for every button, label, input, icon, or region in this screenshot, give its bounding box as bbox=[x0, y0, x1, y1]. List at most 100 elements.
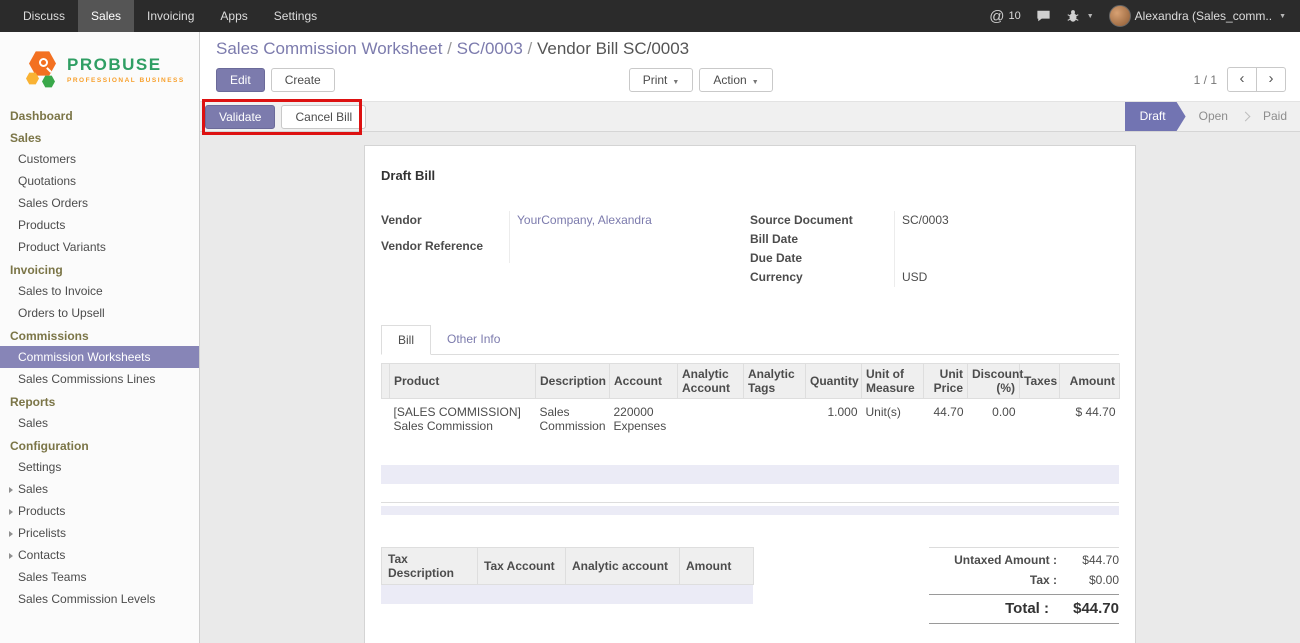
chat-icon bbox=[1036, 9, 1051, 23]
top-menu-settings[interactable]: Settings bbox=[261, 0, 330, 32]
sidebar-item-config-products[interactable]: Products bbox=[0, 500, 199, 522]
top-bar: Discuss Sales Invoicing Apps Settings @ … bbox=[0, 0, 1300, 32]
sidebar-section-reports: Reports bbox=[0, 390, 199, 412]
mention-count: 10 bbox=[1008, 10, 1020, 22]
sidebar-item-commission-worksheets[interactable]: Commission Worksheets bbox=[0, 346, 199, 368]
breadcrumb-sc0003-link[interactable]: SC/0003 bbox=[457, 39, 523, 58]
sidebar-item-quotations[interactable]: Quotations bbox=[0, 170, 199, 192]
top-menu: Discuss Sales Invoicing Apps Settings bbox=[0, 0, 330, 32]
breadcrumb-separator: / bbox=[528, 39, 537, 58]
tax-value: $0.00 bbox=[1057, 573, 1119, 587]
sidebar-item-reports-sales[interactable]: Sales bbox=[0, 412, 199, 434]
cell-account: 220000 Expenses bbox=[610, 399, 678, 440]
sidebar-item-orders-to-upsell[interactable]: Orders to Upsell bbox=[0, 302, 199, 324]
print-label: Print bbox=[643, 73, 668, 87]
create-button[interactable]: Create bbox=[271, 68, 335, 92]
top-menu-discuss[interactable]: Discuss bbox=[10, 0, 78, 32]
tab-bill[interactable]: Bill bbox=[381, 325, 431, 355]
sidebar-item-sales-orders[interactable]: Sales Orders bbox=[0, 192, 199, 214]
cell-uom: Unit(s) bbox=[862, 399, 924, 440]
top-menu-sales[interactable]: Sales bbox=[78, 0, 134, 32]
cell-product: [SALES COMMISSION] Sales Commission bbox=[390, 399, 536, 440]
logo-subtitle: PROFESSIONAL BUSINESS bbox=[67, 77, 185, 84]
sidebar-item-label: Sales bbox=[18, 482, 48, 496]
print-dropdown-button[interactable]: Print ▼ bbox=[629, 68, 694, 92]
pager-text: 1 / 1 bbox=[1194, 73, 1217, 87]
top-menu-apps[interactable]: Apps bbox=[207, 0, 260, 32]
sidebar-section-sales: Sales bbox=[0, 126, 199, 148]
vendor-value: YourCompany, Alexandra bbox=[509, 211, 750, 237]
sidebar-section-dashboard[interactable]: Dashboard bbox=[0, 104, 199, 126]
col-header-product: Product bbox=[390, 364, 536, 399]
sidebar-section-invoicing: Invoicing bbox=[0, 258, 199, 280]
edit-button[interactable]: Edit bbox=[216, 68, 265, 92]
logo-hexagons-icon bbox=[26, 48, 60, 90]
source-document-value: SC/0003 bbox=[894, 211, 1119, 230]
col-header-analytic-tags: Analytic Tags bbox=[744, 364, 806, 399]
tab-other-info[interactable]: Other Info bbox=[431, 325, 516, 354]
tax-label: Tax : bbox=[929, 573, 1057, 587]
top-bar-right: @ 10 ▼ Alexandra (Sales_comm.. ▼ bbox=[989, 0, 1300, 32]
sidebar-item-config-contacts[interactable]: Contacts bbox=[0, 544, 199, 566]
messages-button[interactable] bbox=[1036, 9, 1051, 23]
user-name: Alexandra (Sales_comm.. bbox=[1135, 9, 1272, 23]
pager-next-button[interactable]: › bbox=[1256, 67, 1286, 92]
chevron-down-icon: ▼ bbox=[672, 79, 679, 86]
notebook-tabs: Bill Other Info bbox=[381, 325, 1119, 355]
expand-arrow-icon bbox=[9, 509, 13, 515]
expand-arrow-icon bbox=[9, 531, 13, 537]
sidebar-item-sales-to-invoice[interactable]: Sales to Invoice bbox=[0, 280, 199, 302]
cancel-bill-button[interactable]: Cancel Bill bbox=[281, 105, 366, 129]
sidebar-item-config-settings[interactable]: Settings bbox=[0, 456, 199, 478]
bill-date-label: Bill Date bbox=[750, 230, 894, 249]
breadcrumb-worksheets-link[interactable]: Sales Commission Worksheet bbox=[216, 39, 442, 58]
sidebar-item-customers[interactable]: Customers bbox=[0, 148, 199, 170]
logo-title: PROBUSE bbox=[67, 55, 185, 75]
tax-col-header-analytic-account: Analytic account bbox=[566, 548, 680, 585]
sidebar-item-sales-teams[interactable]: Sales Teams bbox=[0, 566, 199, 588]
col-header-handle bbox=[382, 364, 390, 399]
mention-icon: @ bbox=[989, 8, 1004, 25]
chevron-down-icon: ▼ bbox=[1087, 13, 1094, 20]
magnifier-icon bbox=[39, 58, 48, 67]
action-dropdown-button[interactable]: Action▼ bbox=[699, 68, 772, 92]
bill-line-row[interactable]: [SALES COMMISSION] Sales Commission Sale… bbox=[382, 399, 1120, 440]
cell-description: Sales Commission bbox=[536, 399, 610, 440]
sidebar-item-config-sales[interactable]: Sales bbox=[0, 478, 199, 500]
content-area: Draft Bill Vendor YourCompany, Alexandra… bbox=[200, 132, 1300, 643]
sidebar-item-label: Pricelists bbox=[18, 526, 66, 540]
top-menu-invoicing[interactable]: Invoicing bbox=[134, 0, 207, 32]
sidebar-section-configuration: Configuration bbox=[0, 434, 199, 456]
cell-discount: 0.00 bbox=[968, 399, 1020, 440]
sidebar: PROBUSE PROFESSIONAL BUSINESS Dashboard … bbox=[0, 32, 200, 643]
sidebar-item-config-pricelists[interactable]: Pricelists bbox=[0, 522, 199, 544]
vendor-reference-label: Vendor Reference bbox=[381, 237, 509, 263]
mentions-button[interactable]: @ 10 bbox=[989, 8, 1020, 25]
validate-button[interactable]: Validate bbox=[205, 105, 275, 129]
status-bar: Validate Cancel Bill Draft Open Paid bbox=[200, 101, 1300, 132]
sidebar-item-sales-commissions-lines[interactable]: Sales Commissions Lines bbox=[0, 368, 199, 390]
col-header-discount: Discount (%) bbox=[968, 364, 1020, 399]
cell-taxes bbox=[1020, 399, 1060, 440]
company-logo[interactable]: PROBUSE PROFESSIONAL BUSINESS bbox=[0, 32, 199, 104]
expand-arrow-icon bbox=[9, 487, 13, 493]
sidebar-item-product-variants[interactable]: Product Variants bbox=[0, 236, 199, 258]
state-paid: Paid bbox=[1250, 102, 1300, 131]
col-header-analytic-account: Analytic Account bbox=[678, 364, 744, 399]
sidebar-item-products[interactable]: Products bbox=[0, 214, 199, 236]
control-panel: Sales Commission Worksheet / SC/0003 / V… bbox=[200, 32, 1300, 101]
action-label: Action bbox=[713, 73, 746, 87]
sheet-title: Draft Bill bbox=[381, 168, 1119, 183]
vendor-link[interactable]: YourCompany, Alexandra bbox=[517, 213, 652, 227]
cell-unit-price: 44.70 bbox=[924, 399, 968, 440]
user-menu[interactable]: Alexandra (Sales_comm.. ▼ bbox=[1109, 5, 1286, 27]
vendor-label: Vendor bbox=[381, 211, 509, 237]
bill-lines-table: Product Description Account Analytic Acc… bbox=[381, 363, 1120, 439]
breadcrumb-separator: / bbox=[447, 39, 456, 58]
statusbar-states: Draft Open Paid bbox=[1125, 102, 1300, 131]
total-value: $44.70 bbox=[1049, 600, 1119, 617]
sidebar-section-commissions: Commissions bbox=[0, 324, 199, 346]
debug-menu-button[interactable]: ▼ bbox=[1066, 9, 1094, 23]
sidebar-item-sales-commission-levels[interactable]: Sales Commission Levels bbox=[0, 588, 199, 610]
pager-previous-button[interactable]: ‹ bbox=[1227, 67, 1257, 92]
